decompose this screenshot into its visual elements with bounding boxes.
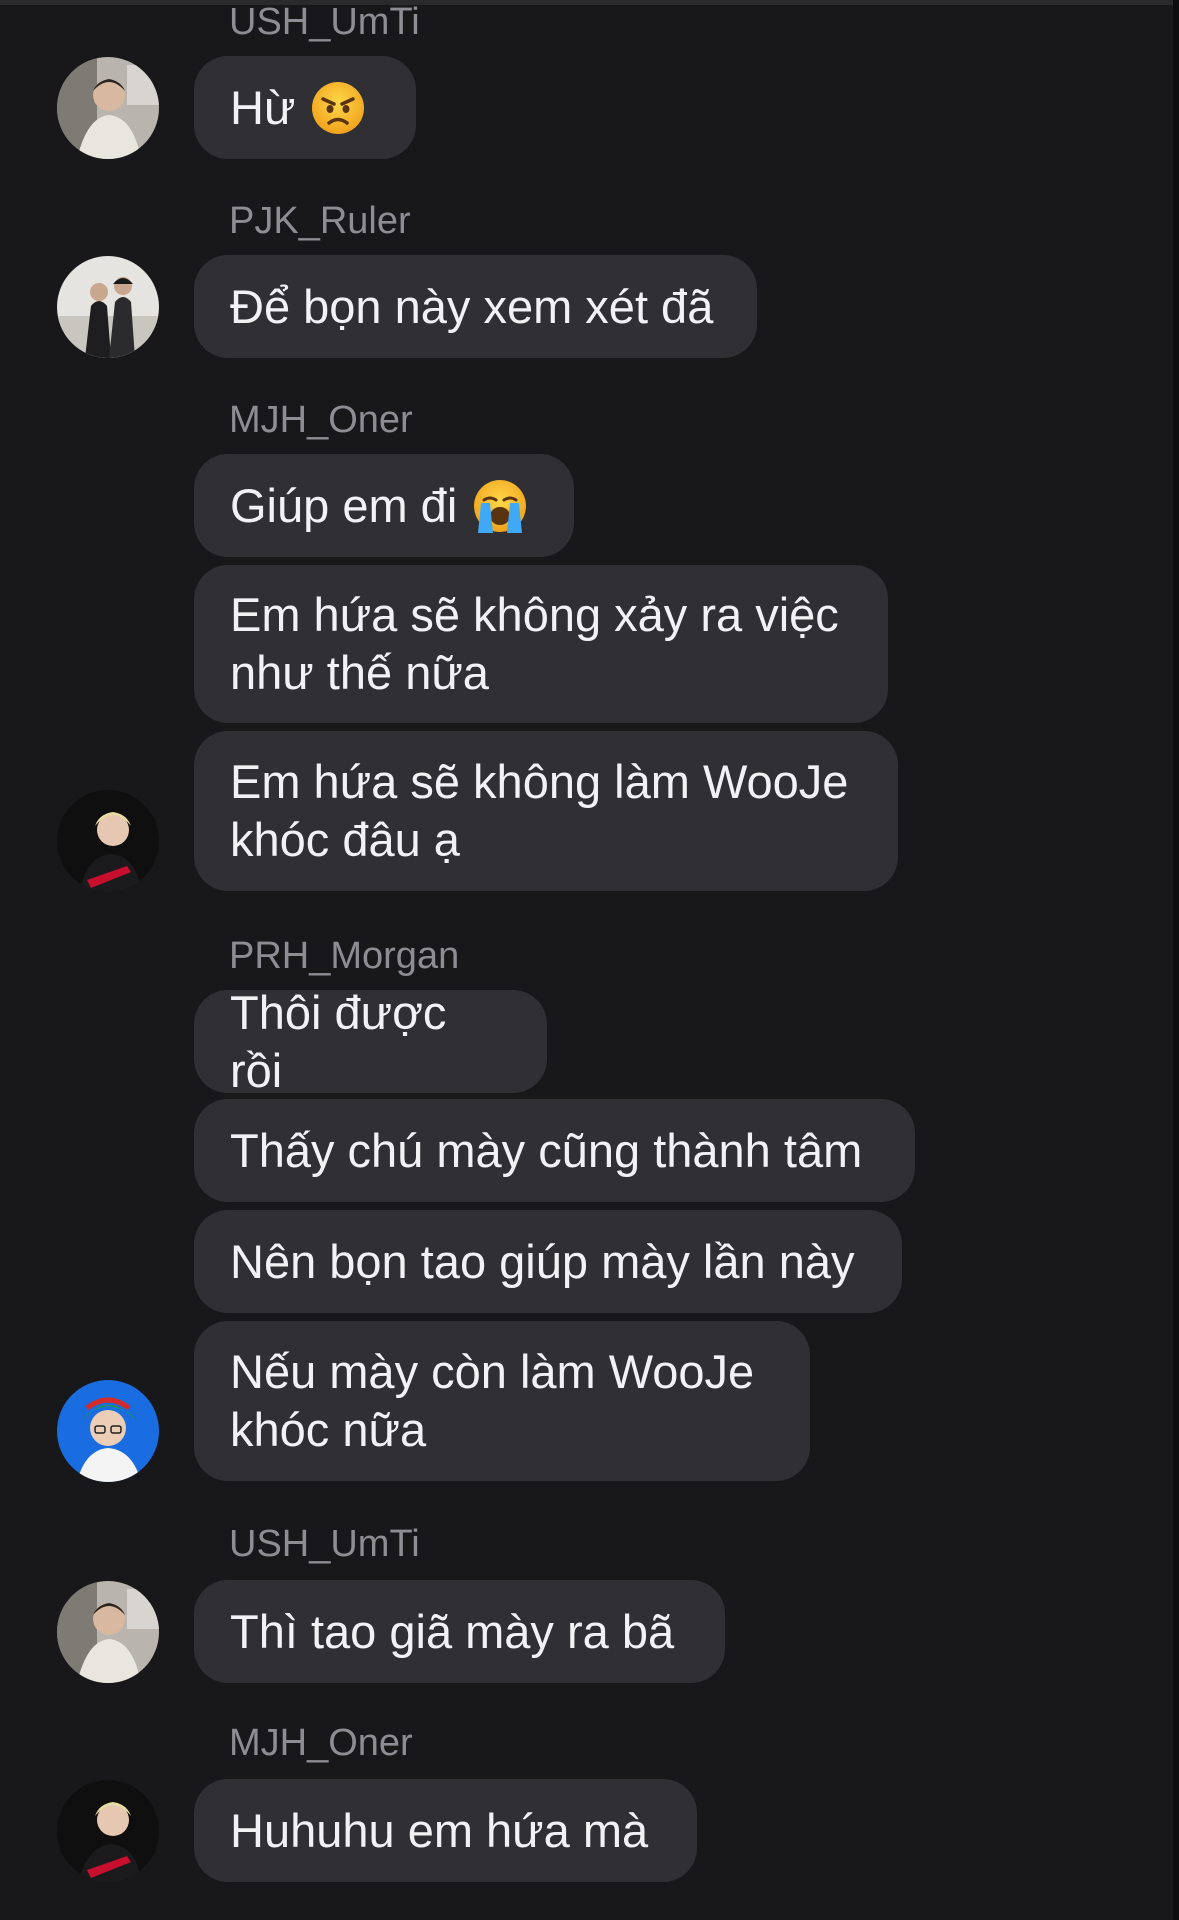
- avatar[interactable]: [57, 57, 159, 159]
- message-bubble[interactable]: Em hứa sẽ không xảy ra việc như thế nữa: [194, 565, 888, 723]
- sender-name: PRH_Morgan: [229, 935, 460, 977]
- avatar[interactable]: [57, 1380, 159, 1482]
- message-text: Giúp em đi: [230, 478, 458, 532]
- message-text: Thấy chú mày cũng thành tâm: [230, 1123, 863, 1177]
- top-edge: [0, 0, 1179, 5]
- message-text: Hừ: [230, 80, 296, 134]
- message-bubble[interactable]: Để bọn này xem xét đã: [194, 255, 757, 358]
- angry-face-icon: [311, 81, 365, 135]
- message-bubble[interactable]: Huhuhu em hứa mà: [194, 1779, 697, 1882]
- scroll-edge: [1173, 0, 1179, 1920]
- message-bubble[interactable]: Hừ: [194, 56, 416, 159]
- sender-name: USH_UmTi: [229, 1, 420, 43]
- message-text: Em hứa sẽ không làm WooJe khóc đâu ạ: [230, 755, 849, 866]
- message-bubble[interactable]: Thì tao giã mày ra bã: [194, 1580, 725, 1683]
- message-bubble[interactable]: Em hứa sẽ không làm WooJe khóc đâu ạ: [194, 731, 898, 891]
- avatar[interactable]: [57, 1780, 159, 1882]
- loudly-crying-face-icon: [473, 479, 527, 533]
- message-bubble[interactable]: Nếu mày còn làm WooJe khóc nữa: [194, 1321, 810, 1481]
- sender-name: PJK_Ruler: [229, 200, 411, 242]
- avatar[interactable]: [57, 790, 159, 892]
- message-text: Em hứa sẽ không xảy ra việc như thế nữa: [230, 588, 839, 699]
- message-text: Thôi được rồi: [230, 985, 460, 1097]
- avatar[interactable]: [57, 1581, 159, 1683]
- sender-name: MJH_Oner: [229, 1722, 413, 1764]
- sender-name: USH_UmTi: [229, 1523, 420, 1565]
- message-text: Huhuhu em hứa mà: [230, 1803, 649, 1857]
- message-bubble[interactable]: Thôi được rồi: [194, 986, 547, 1097]
- avatar[interactable]: [57, 256, 159, 358]
- sender-name: MJH_Oner: [229, 399, 413, 441]
- message-text: Nên bọn tao giúp mày lần này: [230, 1234, 855, 1288]
- message-bubble[interactable]: Giúp em đi: [194, 454, 574, 557]
- message-text: Nếu mày còn làm WooJe khóc nữa: [230, 1345, 755, 1456]
- message-text: Thì tao giã mày ra bã: [230, 1604, 675, 1658]
- message-bubble[interactable]: Nên bọn tao giúp mày lần này: [194, 1210, 902, 1313]
- message-text: Để bọn này xem xét đã: [230, 279, 714, 333]
- message-bubble[interactable]: Thấy chú mày cũng thành tâm: [194, 1099, 915, 1202]
